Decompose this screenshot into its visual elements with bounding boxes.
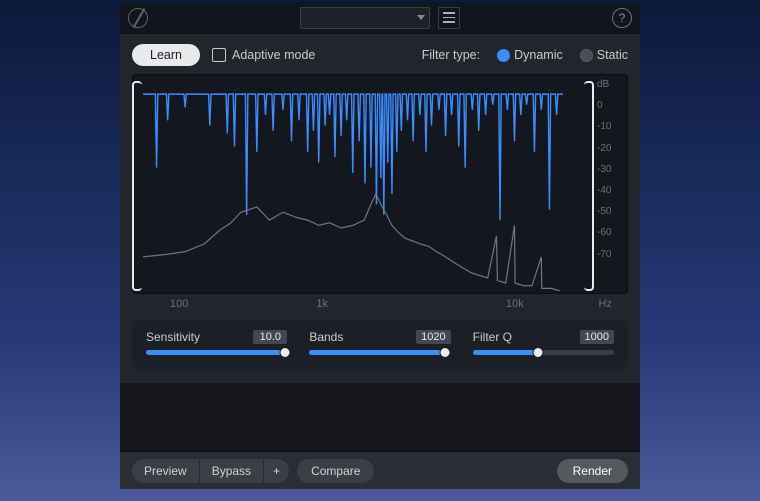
slider-thumb[interactable] <box>440 347 451 358</box>
x-tick: 1k <box>316 298 328 310</box>
dynamic-label: Dynamic <box>514 48 563 62</box>
plugin-window: ? Learn Adaptive mode Filter type: Dynam… <box>120 2 640 489</box>
spectrum-chart[interactable]: dB 0 -10 -20 -30 -40 -50 -60 -70 <box>132 74 628 294</box>
learn-button[interactable]: Learn <box>132 44 200 66</box>
filterq-value[interactable]: 1000 <box>580 330 614 344</box>
y-tick: -60 <box>597 227 625 238</box>
checkbox-box-icon <box>212 48 226 62</box>
y-tick: -40 <box>597 185 625 196</box>
sliders-panel: Sensitivity 10.0 Bands 1020 <box>132 320 628 369</box>
brand-logo-icon <box>128 8 148 28</box>
spectrum-svg <box>143 81 563 291</box>
x-tick: 10k <box>506 298 524 310</box>
bands-slider[interactable] <box>309 350 450 355</box>
radio-dot-icon <box>581 50 592 61</box>
filter-type-dynamic-radio[interactable]: Dynamic <box>498 48 563 62</box>
slider-fill <box>473 350 538 355</box>
chevron-down-icon <box>417 15 425 20</box>
y-tick: -10 <box>597 121 625 132</box>
bands-label: Bands <box>309 330 343 344</box>
slider-fill <box>309 350 445 355</box>
x-tick: 100 <box>170 298 188 310</box>
y-tick: dB <box>597 79 625 90</box>
x-axis-labels: 100 1k 10k Hz <box>132 298 628 310</box>
y-tick: 0 <box>597 100 625 111</box>
add-preset-button[interactable]: + <box>264 459 289 483</box>
bottom-gap <box>120 383 640 451</box>
y-tick: -70 <box>597 249 625 260</box>
menu-button[interactable] <box>438 7 460 29</box>
titlebar: ? <box>120 2 640 34</box>
bands-group: Bands 1020 <box>309 330 450 355</box>
footer-bar: Preview Bypass + Compare Render <box>120 451 640 489</box>
compare-button[interactable]: Compare <box>297 459 374 483</box>
slider-fill <box>146 350 285 355</box>
render-button[interactable]: Render <box>557 459 628 483</box>
adaptive-mode-checkbox[interactable]: Adaptive mode <box>212 48 315 62</box>
sensitivity-group: Sensitivity 10.0 <box>146 330 287 355</box>
bypass-button[interactable]: Bypass <box>200 459 264 483</box>
sensitivity-slider[interactable] <box>146 350 287 355</box>
filterq-group: Filter Q 1000 <box>473 330 614 355</box>
preset-dropdown[interactable] <box>300 7 430 29</box>
radio-dot-icon <box>498 50 509 61</box>
filterq-label: Filter Q <box>473 330 512 344</box>
main-panel: Learn Adaptive mode Filter type: Dynamic… <box>120 34 640 383</box>
slider-thumb[interactable] <box>279 347 290 358</box>
preview-button[interactable]: Preview <box>132 459 200 483</box>
top-controls-row: Learn Adaptive mode Filter type: Dynamic… <box>132 44 628 66</box>
filterq-slider[interactable] <box>473 350 614 355</box>
help-button[interactable]: ? <box>612 8 632 28</box>
freq-range-handle-right[interactable] <box>584 81 594 291</box>
x-axis-unit: Hz <box>524 298 616 310</box>
static-label: Static <box>597 48 628 62</box>
filter-type-static-radio[interactable]: Static <box>581 48 628 62</box>
y-tick: -20 <box>597 143 625 154</box>
y-tick: -50 <box>597 206 625 217</box>
sensitivity-value[interactable]: 10.0 <box>253 330 287 344</box>
adaptive-mode-label: Adaptive mode <box>232 48 315 62</box>
y-tick: -30 <box>597 164 625 175</box>
y-axis-labels: dB 0 -10 -20 -30 -40 -50 -60 -70 <box>597 79 625 260</box>
sensitivity-label: Sensitivity <box>146 330 200 344</box>
filter-type-label: Filter type: <box>422 48 480 62</box>
bands-value[interactable]: 1020 <box>416 330 450 344</box>
freq-range-handle-left[interactable] <box>132 81 142 291</box>
slider-thumb[interactable] <box>532 347 543 358</box>
help-icon: ? <box>619 11 626 25</box>
